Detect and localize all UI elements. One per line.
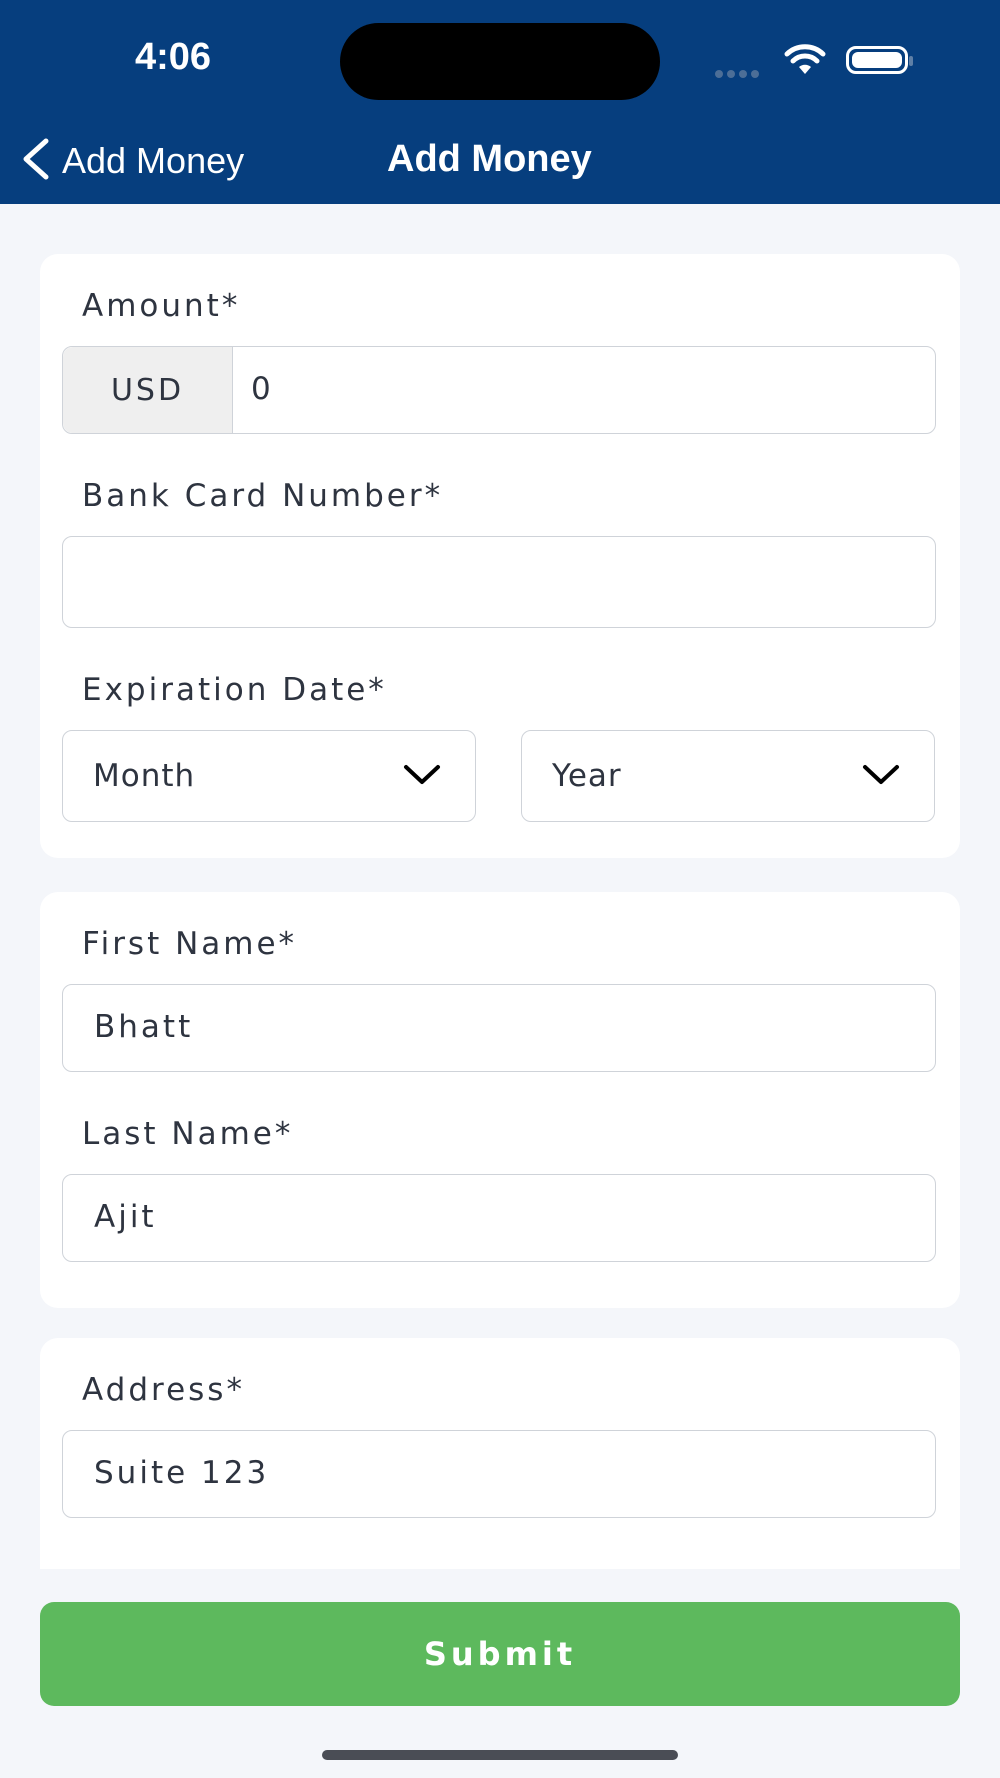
amount-input-value: 0 bbox=[251, 371, 273, 407]
wifi-icon bbox=[784, 44, 826, 80]
last-name-label: Last Name* bbox=[82, 1116, 294, 1152]
year-select-value: Year bbox=[552, 758, 622, 794]
navigation-bar: Add Money Add Money bbox=[0, 118, 1000, 204]
expiration-date-label: Expiration Date* bbox=[82, 672, 387, 708]
address-input[interactable]: Suite 123 bbox=[62, 1430, 936, 1518]
last-name-value: Ajit bbox=[94, 1199, 157, 1235]
submit-button[interactable]: Submit bbox=[40, 1602, 960, 1706]
month-select[interactable]: Month bbox=[62, 730, 476, 822]
card-number-label: Bank Card Number* bbox=[82, 478, 444, 514]
amount-label: Amount* bbox=[82, 288, 241, 324]
first-name-input[interactable]: Bhatt bbox=[62, 984, 936, 1072]
address-section: Address* Suite 123 bbox=[40, 1338, 960, 1569]
month-select-value: Month bbox=[93, 758, 196, 794]
address-label: Address* bbox=[82, 1372, 245, 1408]
name-section: First Name* Bhatt Last Name* Ajit bbox=[40, 892, 960, 1308]
chevron-down-icon bbox=[862, 763, 900, 791]
chevron-left-icon bbox=[18, 137, 52, 185]
address-value: Suite 123 bbox=[94, 1455, 270, 1491]
chevron-down-icon bbox=[403, 763, 441, 791]
dynamic-island bbox=[340, 23, 660, 100]
cellular-signal-icon bbox=[715, 63, 763, 82]
amount-field[interactable]: USD 0 bbox=[62, 346, 936, 434]
year-select[interactable]: Year bbox=[521, 730, 935, 822]
battery-icon bbox=[846, 46, 913, 74]
first-name-label: First Name* bbox=[82, 926, 298, 962]
status-bar: 4:06 bbox=[0, 0, 1000, 118]
currency-addon: USD bbox=[63, 347, 233, 433]
home-indicator[interactable] bbox=[322, 1750, 678, 1760]
payment-card-section: Amount* USD 0 Bank Card Number* Expirati… bbox=[40, 254, 960, 858]
last-name-input[interactable]: Ajit bbox=[62, 1174, 936, 1262]
form-scroll-area[interactable]: Amount* USD 0 Bank Card Number* Expirati… bbox=[0, 204, 1000, 1569]
page-title: Add Money bbox=[387, 138, 592, 180]
back-label: Add Money bbox=[62, 140, 245, 181]
back-button[interactable]: Add Money bbox=[18, 136, 244, 186]
first-name-value: Bhatt bbox=[94, 1009, 194, 1045]
card-number-input[interactable] bbox=[62, 536, 936, 628]
status-time: 4:06 bbox=[135, 36, 212, 78]
